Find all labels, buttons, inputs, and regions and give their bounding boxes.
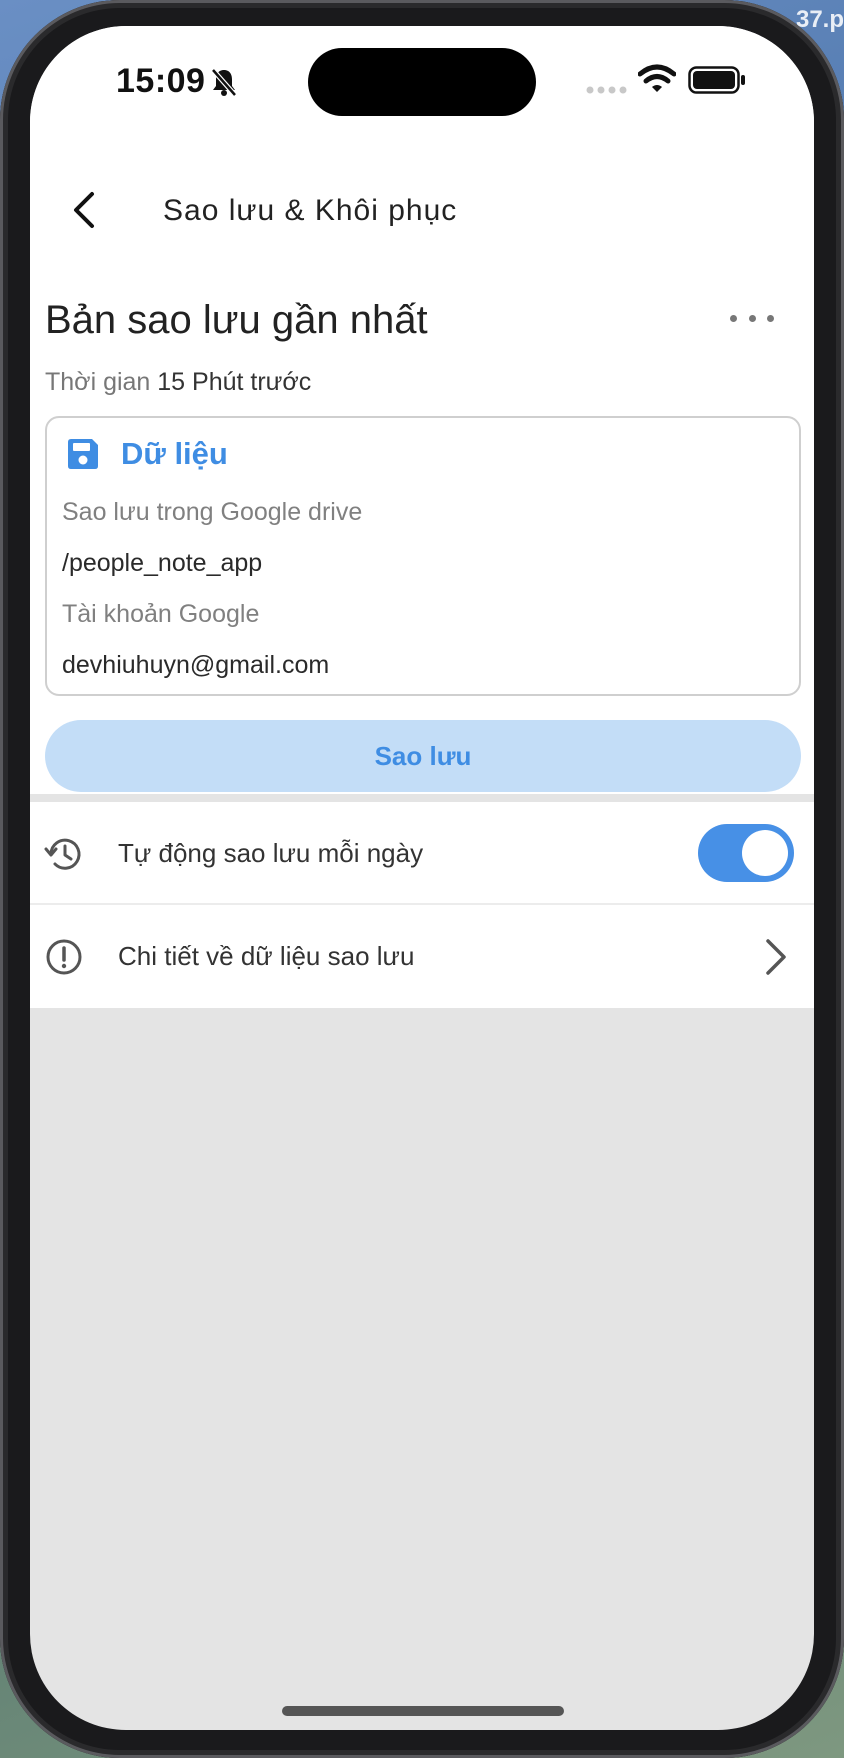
back-button[interactable] [56,182,112,238]
data-card: Dữ liệu Sao lưu trong Google drive /peop… [45,416,801,696]
battery-icon [688,66,745,94]
settings-list: Tự động sao lưu mỗi ngày Chi tiết về dữ … [30,802,814,1008]
location-label: Sao lưu trong Google drive [62,498,363,526]
phone-screen: 15:09 Sao lưu & Khôi phục Bản sao lưu gầ… [30,26,814,1730]
card-title: Dữ liệu [121,436,228,471]
section-title: Bản sao lưu gần nhất [45,298,428,342]
phone-frame: 15:09 Sao lưu & Khôi phục Bản sao lưu gầ… [0,0,844,1758]
status-bar: 15:09 [30,26,814,136]
save-icon [68,439,98,469]
chevron-left-icon [74,192,94,228]
history-icon [44,838,81,870]
time-value: 15 Phút trước [157,368,312,396]
account-label: Tài khoản Google [62,600,260,628]
more-dot [767,314,774,322]
page-title: Sao lưu & Khôi phục [163,194,458,227]
status-time: 15:09 [116,62,206,100]
time-label: Thời gian [45,368,158,396]
info-circle-icon [46,939,82,975]
home-indicator[interactable] [282,1706,564,1716]
location-value: /people_note_app [62,549,263,577]
auto-backup-toggle[interactable] [698,824,794,882]
settings-item-backup-details[interactable]: Chi tiết về dữ liệu sao lưu [30,905,814,1008]
more-options-button[interactable] [730,308,774,328]
backup-section: Bản sao lưu gần nhất Thời gian 15 Phút t… [30,264,814,794]
more-dot [748,314,756,322]
dynamic-island [308,48,536,116]
bell-slash-icon [211,68,237,97]
toggle-knob [742,830,788,876]
chevron-right-icon [766,939,786,975]
wifi-icon [638,64,676,92]
settings-item-auto-backup[interactable]: Tự động sao lưu mỗi ngày [30,802,814,905]
signal-icon [586,86,627,94]
account-value: devhiuhuyn@gmail.com [62,651,330,679]
backup-time: Thời gian 15 Phút trước [45,368,311,397]
settings-item-label: Chi tiết về dữ liệu sao lưu [118,941,415,971]
backup-button[interactable]: Sao lưu [45,720,801,792]
more-horizontal-icon [730,314,737,322]
settings-item-label: Tự động sao lưu mỗi ngày [118,838,424,868]
